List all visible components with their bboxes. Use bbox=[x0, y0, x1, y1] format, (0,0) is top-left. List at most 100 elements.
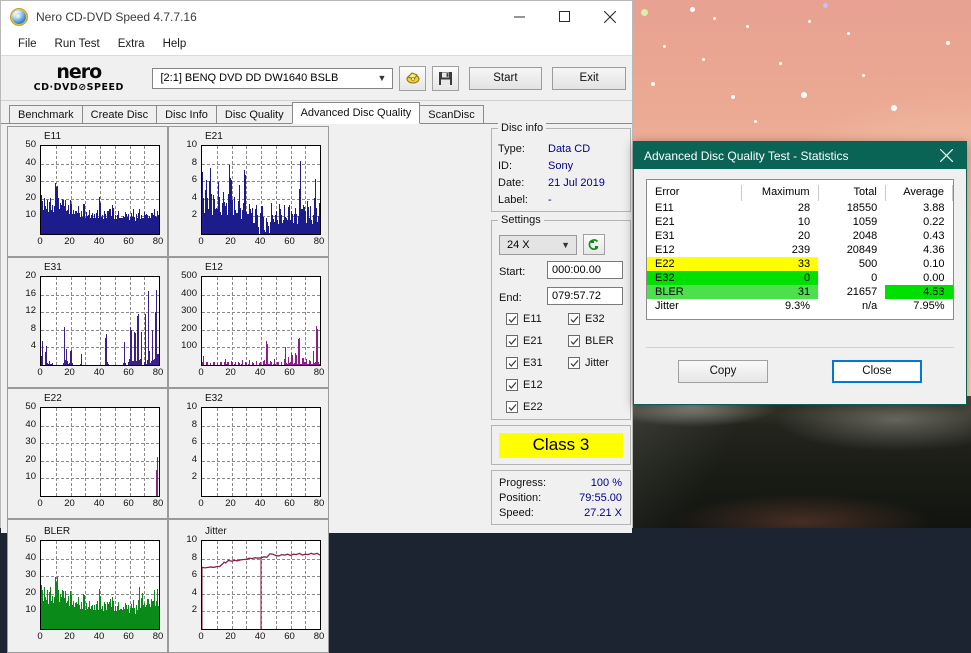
disc-info-title: Disc info bbox=[498, 122, 547, 134]
gridline-v bbox=[114, 408, 116, 496]
y-tick-label: 10 bbox=[25, 471, 36, 483]
checkbox-e11[interactable]: E11 bbox=[506, 313, 542, 325]
checkbox-e12[interactable]: E12 bbox=[506, 379, 543, 391]
checkbox-e22-label: E22 bbox=[523, 401, 543, 413]
gridline-v bbox=[55, 277, 57, 365]
exit-button[interactable]: Exit bbox=[552, 66, 626, 90]
bar bbox=[299, 338, 300, 365]
bar bbox=[141, 332, 142, 365]
cell-maximum: 9.3% bbox=[785, 300, 811, 312]
disc-type-label: Type: bbox=[498, 143, 525, 155]
tab-advanced-disc-quality[interactable]: Advanced Disc Quality bbox=[291, 102, 421, 124]
tab-scandisc[interactable]: ScanDisc bbox=[419, 105, 484, 123]
table-row: E21 10 1059 0.22 bbox=[647, 215, 953, 229]
drive-select[interactable]: [2:1] BENQ DVD DD DW1640 BSLB ▼ bbox=[152, 67, 394, 89]
bar bbox=[317, 328, 318, 365]
x-tick-label: 20 bbox=[225, 236, 236, 247]
end-time-label: End: bbox=[499, 292, 522, 304]
plot-area bbox=[40, 407, 160, 497]
gridline-v bbox=[275, 277, 277, 365]
window-title: Nero CD-DVD Speed 4.7.7.16 bbox=[36, 9, 197, 24]
x-tick-label: 20 bbox=[64, 367, 75, 378]
gridline-v bbox=[85, 277, 87, 365]
star bbox=[754, 120, 757, 123]
star bbox=[823, 3, 828, 8]
speed-label: Speed: bbox=[499, 507, 534, 519]
copy-button[interactable]: Copy bbox=[678, 359, 768, 383]
x-tick-label: 80 bbox=[152, 367, 164, 378]
close-button[interactable]: Close bbox=[832, 359, 922, 383]
maximize-icon[interactable] bbox=[542, 1, 587, 32]
gridline-h bbox=[202, 181, 320, 183]
cell-error: Jitter bbox=[655, 300, 679, 312]
drive-select-value: [2:1] BENQ DVD DD DW1640 BSLB bbox=[160, 72, 339, 84]
x-tick-label: 60 bbox=[123, 498, 134, 509]
star bbox=[801, 92, 807, 98]
gridline-h bbox=[41, 329, 159, 331]
floppy-save-button[interactable] bbox=[431, 65, 459, 91]
gridline-v bbox=[231, 277, 233, 365]
tab-benchmark[interactable]: Benchmark bbox=[9, 105, 83, 123]
gridline-v bbox=[275, 408, 277, 496]
end-time-input[interactable]: 079:57.72 bbox=[547, 287, 623, 305]
bar bbox=[158, 354, 159, 365]
title-bar: Nero CD-DVD Speed 4.7.7.16 bbox=[1, 1, 632, 33]
gridline-v bbox=[216, 277, 218, 365]
gridline-h bbox=[202, 443, 320, 445]
x-tick-label: 0 bbox=[37, 367, 43, 378]
y-tick-label: 10 bbox=[25, 209, 36, 221]
y-tick-label: 2 bbox=[191, 471, 197, 483]
checkbox-e22[interactable]: E22 bbox=[506, 401, 543, 413]
gridline-h bbox=[41, 576, 159, 578]
speed-select[interactable]: 24 X ▼ bbox=[499, 235, 577, 255]
table-row: BLER 31 21657 4.53 bbox=[647, 285, 953, 299]
menu-item-extra[interactable]: Extra bbox=[109, 36, 154, 52]
tab-disc-info[interactable]: Disc Info bbox=[156, 105, 217, 123]
cell-error: E21 bbox=[655, 216, 675, 228]
x-tick-label: 60 bbox=[123, 236, 134, 247]
disc-type-value: Data CD bbox=[548, 143, 591, 155]
menu-item-help[interactable]: Help bbox=[154, 36, 196, 52]
start-time-input[interactable]: 000:00.00 bbox=[547, 261, 623, 279]
x-tick-label: 0 bbox=[198, 631, 204, 642]
checkbox-e31[interactable]: E31 bbox=[506, 357, 543, 369]
star bbox=[731, 95, 735, 99]
cell-average: 0.00 bbox=[923, 272, 945, 284]
eject-disc-button[interactable] bbox=[399, 65, 426, 91]
cell-total: 1059 bbox=[852, 216, 878, 228]
minimize-icon[interactable] bbox=[497, 1, 542, 32]
bar bbox=[81, 353, 82, 365]
close-icon[interactable] bbox=[926, 142, 966, 169]
x-tick-label: 20 bbox=[64, 498, 75, 509]
cell-total: 21657 bbox=[846, 286, 878, 298]
chart-title: E22 bbox=[44, 393, 62, 404]
checkbox-bler[interactable]: BLER bbox=[568, 335, 614, 347]
chart-e22: E22 10 20 30 40 50 0 20 40 60 80 bbox=[7, 388, 168, 519]
bar bbox=[131, 329, 132, 365]
tab-create-disc[interactable]: Create Disc bbox=[81, 105, 158, 123]
statistics-dialog-title: Advanced Disc Quality Test - Statistics bbox=[644, 148, 849, 163]
toolbar: nero CD·DVD⊘SPEED [2:1] BENQ DVD DD DW16… bbox=[1, 56, 632, 101]
tab-disc-quality[interactable]: Disc Quality bbox=[215, 105, 293, 123]
start-button[interactable]: Start bbox=[468, 66, 543, 90]
col-maximum: Maximum bbox=[741, 185, 819, 201]
refresh-speed-button[interactable] bbox=[583, 234, 605, 255]
y-tick-label: 8 bbox=[191, 418, 197, 430]
x-tick-label: 0 bbox=[37, 631, 43, 642]
y-tick-label: 10 bbox=[186, 534, 197, 545]
x-tick-label: 80 bbox=[152, 498, 164, 509]
star bbox=[847, 32, 850, 35]
checkmark-icon bbox=[506, 401, 518, 413]
bar bbox=[125, 362, 126, 365]
checkbox-jitter[interactable]: Jitter bbox=[568, 357, 609, 369]
chevron-down-icon: ▼ bbox=[561, 240, 570, 250]
disc-label-label: Label: bbox=[498, 194, 528, 206]
menu-item-run-test[interactable]: Run Test bbox=[46, 36, 109, 52]
close-icon[interactable] bbox=[587, 1, 632, 32]
checkbox-e32[interactable]: E32 bbox=[568, 313, 605, 325]
checkbox-e11-label: E11 bbox=[523, 313, 542, 325]
menu-item-file[interactable]: File bbox=[9, 36, 46, 52]
chart-e11: E11 10 20 30 40 50 0 20 40 60 80 bbox=[7, 126, 168, 257]
plot-area bbox=[201, 145, 321, 235]
checkbox-e21[interactable]: E21 bbox=[506, 335, 543, 347]
